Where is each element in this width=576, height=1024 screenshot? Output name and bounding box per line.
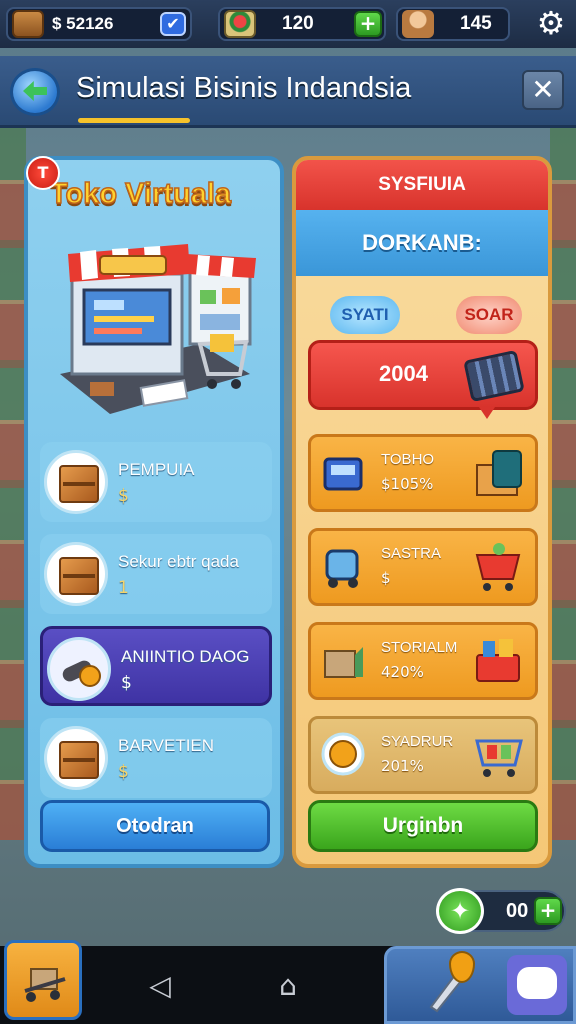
item-value: $: [121, 673, 132, 693]
notification-badge: T: [26, 156, 60, 190]
item-label: Sekur ebtr qada: [118, 552, 239, 571]
stats-header: SYSFIUIA: [296, 160, 548, 210]
item-icon-circle: [44, 542, 108, 606]
stats-panel: SYSFIUIA DORKANB: SYATI SOAR 2004 TOBHO …: [292, 156, 552, 868]
store-title: Toko Virtuala: [49, 177, 232, 211]
item-value: $: [118, 762, 129, 782]
speech-tail: [479, 407, 495, 419]
stats-subheader: DORKANB:: [296, 210, 548, 276]
quick-actions-bar: [384, 946, 576, 1024]
highlight-stat-card[interactable]: 2004: [308, 340, 538, 419]
register-icon: [323, 457, 363, 491]
arrow-left-icon: [23, 81, 47, 101]
add-counter-button[interactable]: +: [534, 897, 562, 925]
title-bar: Simulasi Bisinis Indandsia ✕: [0, 56, 576, 128]
hand-truck-icon: [24, 968, 66, 1002]
basket-icon: [476, 639, 520, 682]
boost-button[interactable]: ✦: [436, 888, 484, 934]
crate-icon: [59, 741, 99, 779]
crate-icon: [59, 465, 99, 503]
warehouse-icon: [324, 647, 363, 678]
gems-counter: 120 +: [218, 7, 386, 41]
list-item[interactable]: TOBHO $105%: [308, 434, 538, 512]
tag-left[interactable]: SYATI: [330, 296, 400, 334]
item-value: 1: [118, 578, 129, 598]
highlight-value: 2004: [379, 361, 428, 386]
item-label: BARVETIEN: [118, 736, 215, 755]
wallet-icon: [12, 10, 44, 38]
chat-icon[interactable]: [507, 955, 567, 1015]
item-label: SYADRUR: [381, 733, 454, 750]
page-title: Simulasi Bisinis Indandsia: [76, 72, 412, 104]
item-icon-circle: [47, 637, 111, 701]
item-label: TOBHO: [381, 451, 435, 468]
fame-value: 145: [460, 13, 492, 34]
item-label: STORIALM: [381, 639, 458, 656]
store-action-button[interactable]: Otodran: [40, 800, 270, 852]
tab-indicator: [78, 118, 190, 123]
shield-icon: [224, 10, 256, 38]
item-value: $: [118, 486, 129, 506]
stats-action-button[interactable]: Urginbn: [308, 800, 538, 852]
list-item[interactable]: SYADRUR 201%: [308, 716, 538, 794]
coin-roll-icon: [62, 660, 101, 687]
list-item[interactable]: Sekur ebtr qada 1: [40, 534, 272, 614]
add-gems-button[interactable]: +: [354, 11, 382, 37]
money-value: $ 52126: [52, 14, 114, 33]
scooter-icon: [325, 549, 359, 588]
close-button[interactable]: ✕: [522, 70, 564, 110]
store-item-list: PEMPUIA $ Sekur ebtr qada 1 ANIINTIO DAO…: [40, 442, 272, 810]
store-panel: T Toko Virtuala PEMPUIA $ Sekur ebtr qad…: [24, 156, 284, 868]
bottom-counter: ✦ 00 +: [436, 888, 566, 934]
list-item[interactable]: STORIALM 420%: [308, 622, 538, 700]
item-icon-circle: [44, 726, 108, 790]
fame-counter: 145: [396, 7, 510, 41]
location-pin-icon: [449, 951, 475, 983]
item-value: 201%: [381, 757, 424, 775]
counter-value: 00: [506, 900, 529, 922]
money-counter: $ 52126 ✔: [6, 7, 192, 41]
item-label: PEMPUIA: [118, 460, 195, 479]
list-item-selected[interactable]: ANIINTIO DAOG $: [40, 626, 272, 706]
item-value: $105%: [381, 475, 434, 493]
background-shelf-right: [550, 120, 576, 840]
list-item[interactable]: BARVETIEN $: [40, 718, 272, 798]
calculator-icon: [463, 349, 525, 403]
back-button[interactable]: [10, 68, 60, 116]
box-icon: [476, 450, 522, 496]
shopping-cart-icon: [475, 543, 521, 591]
background-shelf-left: [0, 120, 26, 840]
item-value: $: [381, 569, 391, 587]
item-value: 420%: [381, 663, 424, 681]
coin-icon: [321, 732, 365, 776]
item-icon-circle: [44, 450, 108, 514]
delivery-tool-button[interactable]: [4, 940, 82, 1020]
nav-back-icon[interactable]: ◁: [140, 966, 180, 1006]
money-check-button[interactable]: ✔: [160, 12, 186, 36]
list-item[interactable]: PEMPUIA $: [40, 442, 272, 522]
crate-icon: [59, 557, 99, 595]
nav-home-icon[interactable]: ⌂: [268, 966, 308, 1006]
list-item[interactable]: SASTRA $: [308, 528, 538, 606]
gems-value: 120: [282, 13, 314, 34]
shopping-cart-icon: [475, 739, 523, 777]
virtual-store-illustration: [60, 244, 256, 414]
gear-icon[interactable]: ⚙: [534, 6, 568, 40]
resource-bar: $ 52126 ✔ 120 + 145 ⚙: [0, 0, 576, 48]
stats-item-list: TOBHO $105% SASTRA $ STORIALM 420% SYADR…: [308, 434, 538, 810]
tag-right[interactable]: SOAR: [456, 296, 522, 334]
item-label: SASTRA: [381, 545, 442, 562]
item-label: ANIINTIO DAOG: [121, 647, 250, 666]
character-icon: [402, 10, 434, 38]
